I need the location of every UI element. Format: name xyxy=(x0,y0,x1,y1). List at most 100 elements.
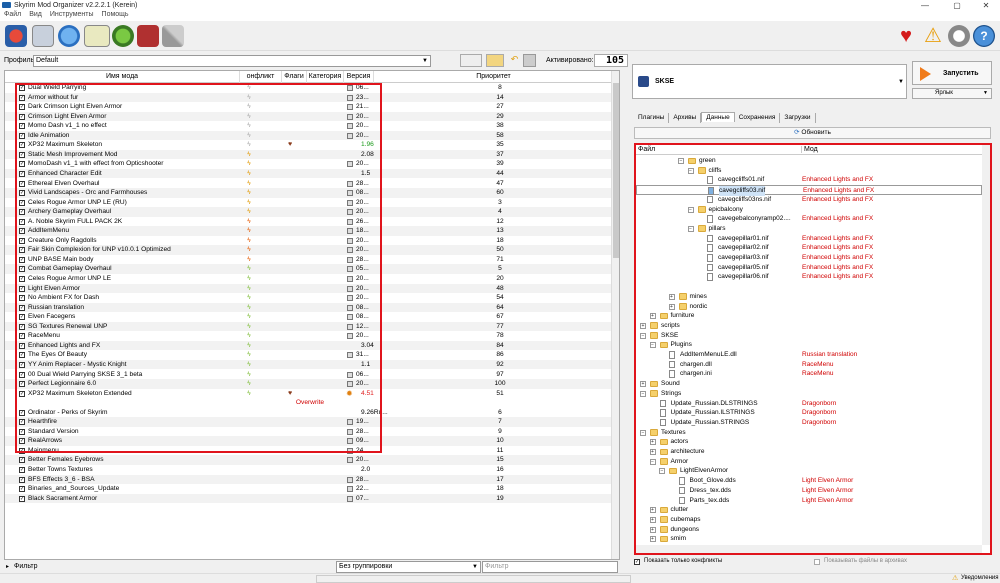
mod-enabled-checkbox[interactable]: ✓ xyxy=(19,447,25,454)
tree-file[interactable]: cavegepillar02.nif Enhanced Lights and FX xyxy=(636,243,982,253)
tree-file[interactable]: cavegebalconyramp02.... Enhanced Lights a… xyxy=(636,214,982,224)
collapse-icon[interactable]: − xyxy=(649,342,656,349)
tree-folder[interactable]: + nordic xyxy=(636,302,982,312)
mod-enabled-checkbox[interactable]: ✓ xyxy=(19,371,25,378)
mod-row[interactable]: ✓ UNP BASE Main body ϟ 28... 71 xyxy=(5,255,615,265)
update-icon[interactable] xyxy=(948,25,970,47)
mod-row[interactable]: ✓ AddItemMenu ϟ 18... 13 xyxy=(5,226,615,236)
expand-icon[interactable]: + xyxy=(649,449,656,455)
tab-4[interactable]: Загрузки xyxy=(780,113,816,123)
tree-folder[interactable]: − green xyxy=(636,156,982,166)
collapse-icon[interactable]: − xyxy=(640,429,646,436)
tree-folder[interactable]: − Strings xyxy=(636,389,982,399)
menu-view[interactable]: Вид xyxy=(29,11,42,18)
collapse-icon[interactable]: − xyxy=(687,206,694,213)
tree-folder[interactable]: − Plugins xyxy=(636,340,982,350)
mod-row[interactable]: ✓ Archery Gameplay Overhaul ϟ 20... 4 xyxy=(5,207,615,217)
menu-tools[interactable]: Инструменты xyxy=(50,11,94,18)
tree-file[interactable]: Update_Russian.STRINGS Dragonborn xyxy=(636,418,982,428)
mod-row[interactable]: ✓ Crimson Light Elven Armor ϟ 20... 29 xyxy=(5,111,615,122)
tree-file[interactable]: cavegepillar05.nif Enhanced Lights and FX xyxy=(636,263,982,273)
mod-enabled-checkbox[interactable]: ✓ xyxy=(19,486,25,493)
mod-enabled-checkbox[interactable]: ✓ xyxy=(19,237,25,244)
mod-enabled-checkbox[interactable]: ✓ xyxy=(19,247,25,254)
tree-folder[interactable]: − Textures xyxy=(636,428,982,438)
mod-row[interactable]: ✓ Black Sacrament Armor 07... 19 xyxy=(5,493,615,504)
collapse-icon[interactable]: − xyxy=(687,167,694,174)
mod-row[interactable]: ✓ Combat Gameplay Overhaul ϟ 05... 5 xyxy=(5,264,615,274)
mod-row[interactable]: ✓ YY Anim Replacer - Mystic Knight ϟ 1.1 92 xyxy=(5,359,615,370)
refresh-button[interactable]: ⟳ Обновить xyxy=(634,127,991,139)
mod-enabled-checkbox[interactable]: ✓ xyxy=(19,304,25,311)
mod-row[interactable]: ✓ Elven Facegens ϟ 08... 67 xyxy=(5,312,615,322)
tree-file[interactable]: cavegcliffs03ns.nif Enhanced Lights and F… xyxy=(636,195,982,205)
tree-file[interactable]: Boot_Glove.dds Light Elven Armor xyxy=(636,476,982,486)
tree-file[interactable]: Update_Russian.ILSTRINGS Dragonborn xyxy=(636,408,982,418)
tree-folder[interactable]: + cubemaps xyxy=(636,515,982,525)
mod-row[interactable]: ✓ BFS Effects 3_6 - BSA 28... 17 xyxy=(5,474,615,485)
tree-hscrollbar[interactable] xyxy=(636,545,982,553)
mod-enabled-checkbox[interactable]: ✓ xyxy=(19,266,25,273)
mod-enabled-checkbox[interactable]: ✓ xyxy=(19,352,25,359)
mod-enabled-checkbox[interactable]: ✓ xyxy=(19,180,25,187)
tools-icon[interactable] xyxy=(137,25,159,47)
mod-enabled-checkbox[interactable]: ✓ xyxy=(19,323,25,330)
tree-file[interactable]: chargen.ini RaceMenu xyxy=(636,369,982,379)
tree-folder[interactable]: + Sound xyxy=(636,379,982,389)
mod-row[interactable]: ✓ Idle Animation ϟ 20... 58 xyxy=(5,130,615,141)
tree-folder[interactable]: + dungeons xyxy=(636,525,982,535)
col-conflict[interactable]: онфликт xyxy=(240,71,282,83)
mod-row[interactable]: ✓ Creature Only Ragdolls ϟ 20... 18 xyxy=(5,236,615,246)
mod-enabled-checkbox[interactable]: ✓ xyxy=(19,295,25,302)
mod-row[interactable]: ✓ Static Mesh Improvement Mod ϟ 2.08 37 xyxy=(5,149,615,160)
col-priority[interactable]: Приоритет xyxy=(374,71,614,83)
tree-folder[interactable]: − SKSE xyxy=(636,331,982,341)
tree-file[interactable]: Parts_tex.dds Light Elven Armor xyxy=(636,496,982,506)
mod-row[interactable]: ✓ RealArrows 09... 10 xyxy=(5,436,615,446)
expand-icon[interactable]: + xyxy=(640,381,646,388)
settings-icon[interactable] xyxy=(162,25,184,47)
filter-label[interactable]: Фильтр xyxy=(14,563,38,570)
tree-folder[interactable]: + actors xyxy=(636,437,982,447)
mod-row[interactable]: ✓ Dark Crimson Light Elven Armor ϟ 21... 27 xyxy=(5,102,615,112)
maximize-button[interactable]: ▢ xyxy=(944,0,970,11)
mod-row[interactable]: ✓ Hearthfire 19... 7 xyxy=(5,417,615,427)
tree-folder[interactable]: − Armor xyxy=(636,457,982,467)
mod-enabled-checkbox[interactable]: ✓ xyxy=(19,256,25,263)
tree-file[interactable]: Dress_tex.dds Light Elven Armor xyxy=(636,486,982,496)
mod-row[interactable]: ✓ Mainmenu 24... 11 xyxy=(5,446,615,456)
filter-input[interactable]: Фильтр xyxy=(482,561,618,573)
mod-enabled-checkbox[interactable]: ✓ xyxy=(19,228,25,235)
collapse-icon[interactable]: − xyxy=(640,390,646,397)
tree-file[interactable] xyxy=(636,282,982,292)
menu-help[interactable]: Помощь xyxy=(102,11,129,18)
mod-enabled-checkbox[interactable]: ✓ xyxy=(19,85,25,91)
expand-icon[interactable]: + xyxy=(668,293,675,300)
mod-row[interactable]: ✓ No Ambient FX for Dash ϟ 20... 54 xyxy=(5,293,615,303)
mod-enabled-checkbox[interactable]: ✓ xyxy=(19,467,25,473)
col-flags[interactable]: Флаги xyxy=(282,71,307,83)
mod-enabled-checkbox[interactable]: ✓ xyxy=(19,104,25,111)
expand-icon[interactable]: + xyxy=(649,507,656,514)
col-name[interactable]: Имя мода xyxy=(5,71,240,83)
mod-row[interactable]: ✓ A. Noble Skyrim FULL PACK 2K ϟ 26... 12 xyxy=(5,217,615,227)
mod-row[interactable]: ✓ 00 Dual Wield Parrying SKSE 3_1 beta ϟ 06… xyxy=(5,370,615,380)
help-icon[interactable]: ? xyxy=(973,25,995,47)
col-version[interactable]: Версия xyxy=(344,71,374,83)
tree-file[interactable]: cavegepillar03.nif Enhanced Lights and FX xyxy=(636,253,982,263)
tree-file[interactable]: cavegepillar01.nif Enhanced Lights and FX xyxy=(636,234,982,244)
tab-0[interactable]: Плагины xyxy=(634,113,670,123)
change-game-icon[interactable] xyxy=(5,25,27,47)
tab-2[interactable]: Данные xyxy=(701,112,735,122)
tree-folder[interactable]: + furniture xyxy=(636,311,982,321)
tree-folder[interactable]: − cliffs xyxy=(636,166,982,176)
mod-row[interactable]: ✓ Enhanced Character Edit ϟ 1.5 44 xyxy=(5,168,615,179)
mod-enabled-checkbox[interactable]: ✓ xyxy=(19,151,25,158)
mod-row[interactable]: ✓ RaceMenu ϟ 20... 78 xyxy=(5,331,615,341)
mod-enabled-checkbox[interactable]: ✓ xyxy=(19,409,25,416)
tree-file[interactable]: AddItemMenuLE.dll Russian translation xyxy=(636,350,982,360)
mod-row[interactable]: ✓ MomoDash v1_1 with effect from Opticsho… xyxy=(5,159,615,169)
collapse-icon[interactable]: − xyxy=(687,225,694,232)
mod-row[interactable]: ✓ Better Towns Textures 2.0 16 xyxy=(5,465,615,475)
mod-enabled-checkbox[interactable]: ✓ xyxy=(19,161,25,168)
